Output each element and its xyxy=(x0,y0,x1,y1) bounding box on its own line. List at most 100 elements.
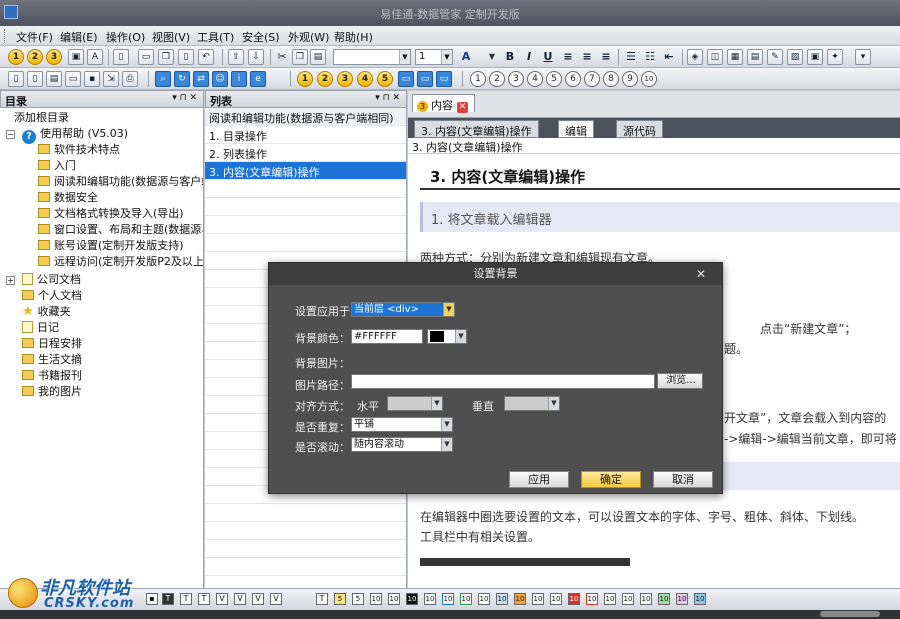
menu-help[interactable]: 帮助(H) xyxy=(334,29,373,45)
menu-appearance[interactable]: 外观(W) xyxy=(288,29,329,45)
size-10-button[interactable]: 10 xyxy=(514,593,526,605)
edit-icon[interactable]: ✎ xyxy=(767,49,783,65)
tree-item[interactable]: 文档格式转换及导入(导出) xyxy=(38,206,184,222)
picture-icon[interactable]: ▨ xyxy=(787,49,803,65)
export-icon[interactable]: ⇲ xyxy=(103,71,119,87)
apply-to-select[interactable]: 当前层 <div> ▼ xyxy=(351,302,455,317)
menu-tools[interactable]: 工具(T) xyxy=(197,29,234,45)
style-icon[interactable]: V xyxy=(216,593,228,605)
bullet-list-icon[interactable]: ☰ xyxy=(623,49,639,65)
level-1-icon[interactable]: 1 xyxy=(8,49,24,65)
list-item[interactable]: 1. 目录操作 xyxy=(205,126,406,144)
number-list-icon[interactable]: ☷ xyxy=(642,49,658,65)
undo-icon[interactable]: ↶ xyxy=(198,49,214,65)
font-size-select[interactable]: 1 ▼ xyxy=(415,49,453,65)
size-10-button[interactable]: 10 xyxy=(622,593,634,605)
image-path-input[interactable] xyxy=(351,374,655,389)
grid-icon[interactable]: ▤ xyxy=(747,49,763,65)
text-frame-icon[interactable]: A xyxy=(87,49,103,65)
circle-7-icon[interactable]: 7 xyxy=(584,71,600,87)
size-10-button[interactable]: 10 xyxy=(532,593,544,605)
insert-object-icon[interactable]: ◈ xyxy=(687,49,703,65)
tree-item[interactable]: 账号设置(定制开发版支持) xyxy=(38,238,184,254)
menu-file[interactable]: 文件(F) xyxy=(16,29,53,45)
size-10-button[interactable]: 10 xyxy=(424,593,436,605)
tree-item[interactable]: 添加根目录 xyxy=(14,110,69,126)
user-icon[interactable]: ☺ xyxy=(212,71,228,87)
size-10-button[interactable]: 10 xyxy=(442,593,454,605)
font-family-select[interactable]: ▼ xyxy=(333,49,411,65)
menu-view[interactable]: 视图(V) xyxy=(152,29,190,45)
tree-item[interactable]: 生活文摘 xyxy=(22,352,82,368)
size-10-button[interactable]: 10 xyxy=(568,593,580,605)
style-icon[interactable]: T xyxy=(180,593,192,605)
new-file-icon[interactable]: ▯ xyxy=(27,71,43,87)
size-10-button[interactable]: 10 xyxy=(460,593,472,605)
size-10-button[interactable]: 10 xyxy=(550,593,562,605)
save-icon[interactable]: ▪ xyxy=(84,71,100,87)
tree-item[interactable]: 书籍报刊 xyxy=(22,368,82,384)
yellow-3-icon[interactable]: 3 xyxy=(337,71,353,87)
list-item[interactable]: 2. 列表操作 xyxy=(205,144,406,162)
panel-pin-icon[interactable]: ▾ ⊓ ✕ xyxy=(375,93,400,103)
collapse-icon[interactable]: − xyxy=(6,130,15,139)
size-10-button[interactable]: 10 xyxy=(658,593,670,605)
repeat-select[interactable]: 平铺 ▼ xyxy=(351,417,453,432)
cancel-button[interactable]: 取消 xyxy=(653,471,713,488)
size-5-button[interactable]: 5 xyxy=(334,593,346,605)
table-icon[interactable]: ▦ xyxy=(727,49,743,65)
size-10-button[interactable]: 10 xyxy=(406,593,418,605)
media-icon[interactable]: ▣ xyxy=(807,49,823,65)
style-icon[interactable]: V xyxy=(270,593,282,605)
dialog-close-icon[interactable]: ✕ xyxy=(696,267,706,281)
zoom-slider[interactable] xyxy=(820,611,880,617)
tree-item[interactable]: ? 使用帮助 (V5.03) xyxy=(22,126,128,144)
tree-item[interactable]: 公司文档 xyxy=(22,272,81,288)
page-icon[interactable]: ▭ xyxy=(138,49,154,65)
circle-2-icon[interactable]: 2 xyxy=(489,71,505,87)
font-color-icon[interactable]: A xyxy=(458,49,474,65)
panel-pin-icon[interactable]: ▾ ⊓ ✕ xyxy=(172,93,197,103)
layers-icon[interactable]: ◫ xyxy=(707,49,723,65)
font-color-dropdown-icon[interactable]: ▼ xyxy=(484,49,500,65)
circle-5-icon[interactable]: 5 xyxy=(546,71,562,87)
tab-source[interactable]: 源代码 xyxy=(616,120,663,138)
menu-security[interactable]: 安全(S) xyxy=(242,29,280,45)
size-10-button[interactable]: 10 xyxy=(388,593,400,605)
image-icon[interactable]: ▣ xyxy=(68,49,84,65)
doc-icon[interactable]: ▤ xyxy=(46,71,62,87)
outdent-icon[interactable]: ⇤ xyxy=(661,49,677,65)
apply-button[interactable]: 应用 xyxy=(509,471,569,488)
circle-10-icon[interactable]: 10 xyxy=(641,71,657,87)
yellow-2-icon[interactable]: 2 xyxy=(317,71,333,87)
up-icon[interactable]: ⇧ xyxy=(228,49,244,65)
new-icon[interactable]: ▯ xyxy=(8,71,24,87)
tree-item[interactable]: 远程访问(定制开发版P2及以上版 xyxy=(38,254,203,270)
panel-icon[interactable]: ▭ xyxy=(436,71,452,87)
style-icon[interactable]: T xyxy=(316,593,328,605)
scroll-select[interactable]: 随内容滚动 ▼ xyxy=(351,437,453,452)
size-10-button[interactable]: 10 xyxy=(478,593,490,605)
tree-item[interactable]: 日记 xyxy=(22,320,59,336)
down-icon[interactable]: ⇩ xyxy=(248,49,264,65)
style-icon[interactable]: V xyxy=(234,593,246,605)
yellow-4-icon[interactable]: 4 xyxy=(357,71,373,87)
size-10-button[interactable]: 10 xyxy=(694,593,706,605)
size-10-button[interactable]: 10 xyxy=(370,593,382,605)
size-10-button[interactable]: 10 xyxy=(496,593,508,605)
circle-1-icon[interactable]: 1 xyxy=(470,71,486,87)
bold-icon[interactable]: B xyxy=(502,49,518,65)
vertical-align-select[interactable]: ▼ xyxy=(504,396,560,411)
screen-icon[interactable]: ▭ xyxy=(398,71,414,87)
style-icon[interactable]: V xyxy=(252,593,264,605)
copy-icon[interactable]: ❐ xyxy=(292,49,308,65)
yellow-1-icon[interactable]: 1 xyxy=(297,71,313,87)
expand-icon[interactable]: + xyxy=(6,276,15,285)
italic-icon[interactable]: I xyxy=(521,49,537,65)
tree-item[interactable]: 入门 xyxy=(38,158,76,174)
size-10-button[interactable]: 10 xyxy=(640,593,652,605)
bg-color-input[interactable]: #FFFFFF xyxy=(351,329,423,344)
paste-icon[interactable]: ▤ xyxy=(310,49,326,65)
align-right-icon[interactable]: ≡ xyxy=(598,49,614,65)
new-doc-icon[interactable]: ▯ xyxy=(113,49,129,65)
